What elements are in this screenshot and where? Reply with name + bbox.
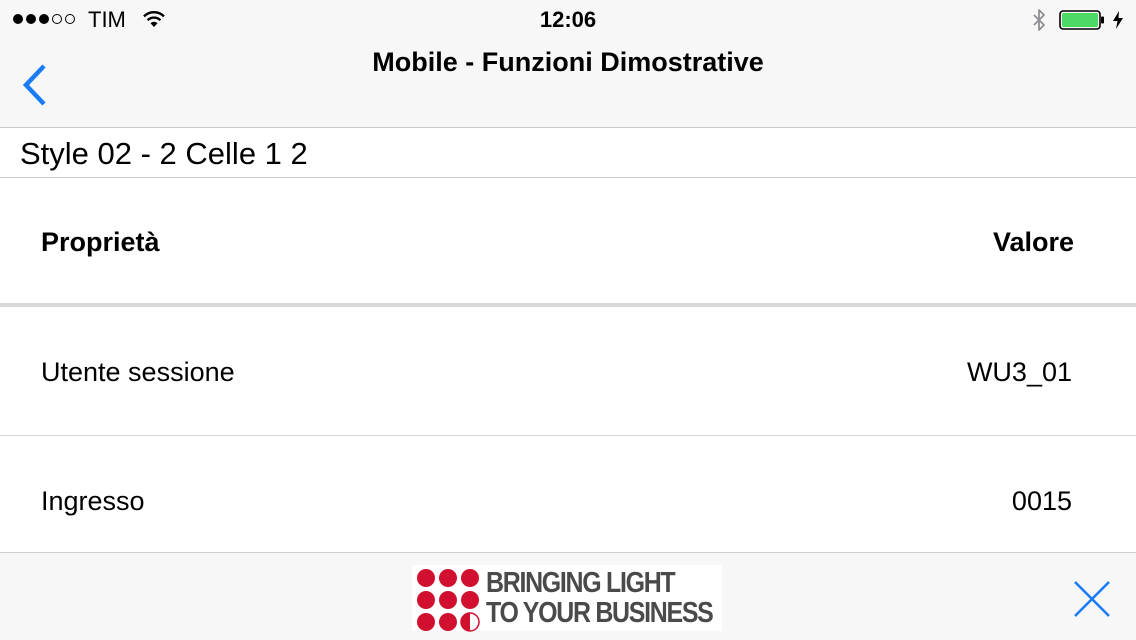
table-row[interactable]: Utente sessione WU3_01 bbox=[0, 307, 1136, 436]
footer-banner-bar: BRINGING LIGHT TO YOUR BUSINESS bbox=[0, 552, 1136, 640]
banner-line-1: BRINGING LIGHT bbox=[486, 567, 676, 599]
section-title: Style 02 - 2 Celle 1 2 bbox=[20, 136, 308, 171]
status-bar: TIM 12:06 bbox=[0, 0, 1136, 40]
app-screen: TIM 12:06 Mobile - Funzioni Dimostrative… bbox=[0, 0, 1136, 640]
column-header-property: Proprietà bbox=[41, 227, 160, 257]
row-property: Utente sessione bbox=[41, 357, 235, 387]
bluetooth-icon bbox=[1033, 9, 1045, 31]
row-property: Ingresso bbox=[41, 486, 145, 516]
table-header: Proprietà Valore bbox=[0, 178, 1136, 304]
company-logo-icon bbox=[417, 569, 480, 632]
column-header-value: Valore bbox=[992, 227, 1074, 257]
close-icon[interactable] bbox=[1073, 580, 1111, 618]
charging-icon bbox=[1113, 11, 1123, 29]
status-time: 12:06 bbox=[539, 7, 597, 32]
navigation-bar: Mobile - Funzioni Dimostrative bbox=[0, 40, 1136, 128]
table-row[interactable]: Ingresso 0015 bbox=[0, 436, 1136, 553]
ad-banner[interactable]: BRINGING LIGHT TO YOUR BUSINESS bbox=[412, 565, 722, 632]
banner-slogan: BRINGING LIGHT TO YOUR BUSINESS bbox=[486, 567, 714, 629]
battery-icon bbox=[1059, 10, 1104, 30]
nav-title: Mobile - Funzioni Dimostrative bbox=[372, 47, 764, 77]
row-value: WU3_01 bbox=[966, 357, 1072, 387]
banner-line-2: TO YOUR BUSINESS bbox=[486, 597, 714, 629]
row-value: 0015 bbox=[1011, 486, 1072, 516]
